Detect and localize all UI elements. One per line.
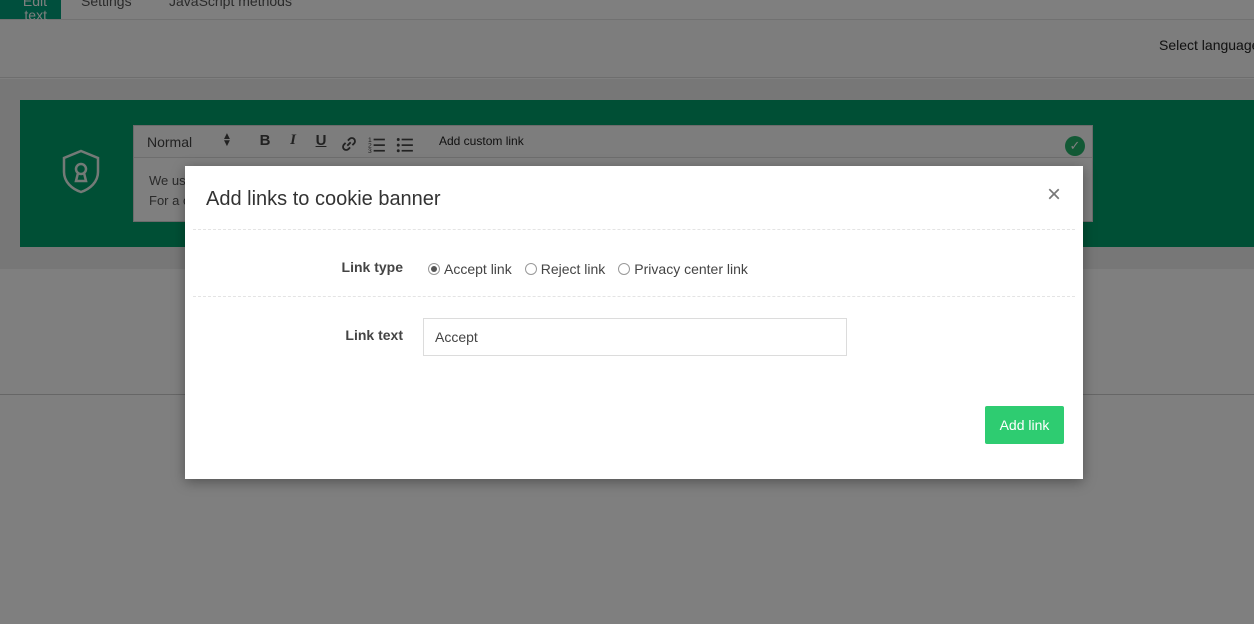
radio-button[interactable] [618,263,631,275]
radio-privacy-center-link[interactable]: Privacy center link [618,261,748,277]
radio-button[interactable] [428,263,440,275]
radio-label: Privacy center link [634,261,748,277]
add-links-modal: Add links to cookie banner × Link type A… [185,166,1083,479]
radio-button[interactable] [524,263,537,275]
divider [193,229,1075,230]
close-icon[interactable]: × [1043,183,1065,207]
link-text-input[interactable] [423,318,847,356]
radio-label: Reject link [540,261,606,277]
radio-label: Accept link [444,261,512,277]
add-link-button[interactable]: Add link [985,406,1064,444]
radio-accept-link[interactable]: Accept link [428,261,512,277]
link-text-label: Link text [345,327,403,343]
link-type-radio-group: Accept link Reject link Privacy center l… [428,259,761,279]
divider [193,296,1075,297]
radio-reject-link[interactable]: Reject link [524,261,606,277]
link-type-label: Link type [341,259,403,275]
modal-title: Add links to cookie banner [206,188,441,210]
